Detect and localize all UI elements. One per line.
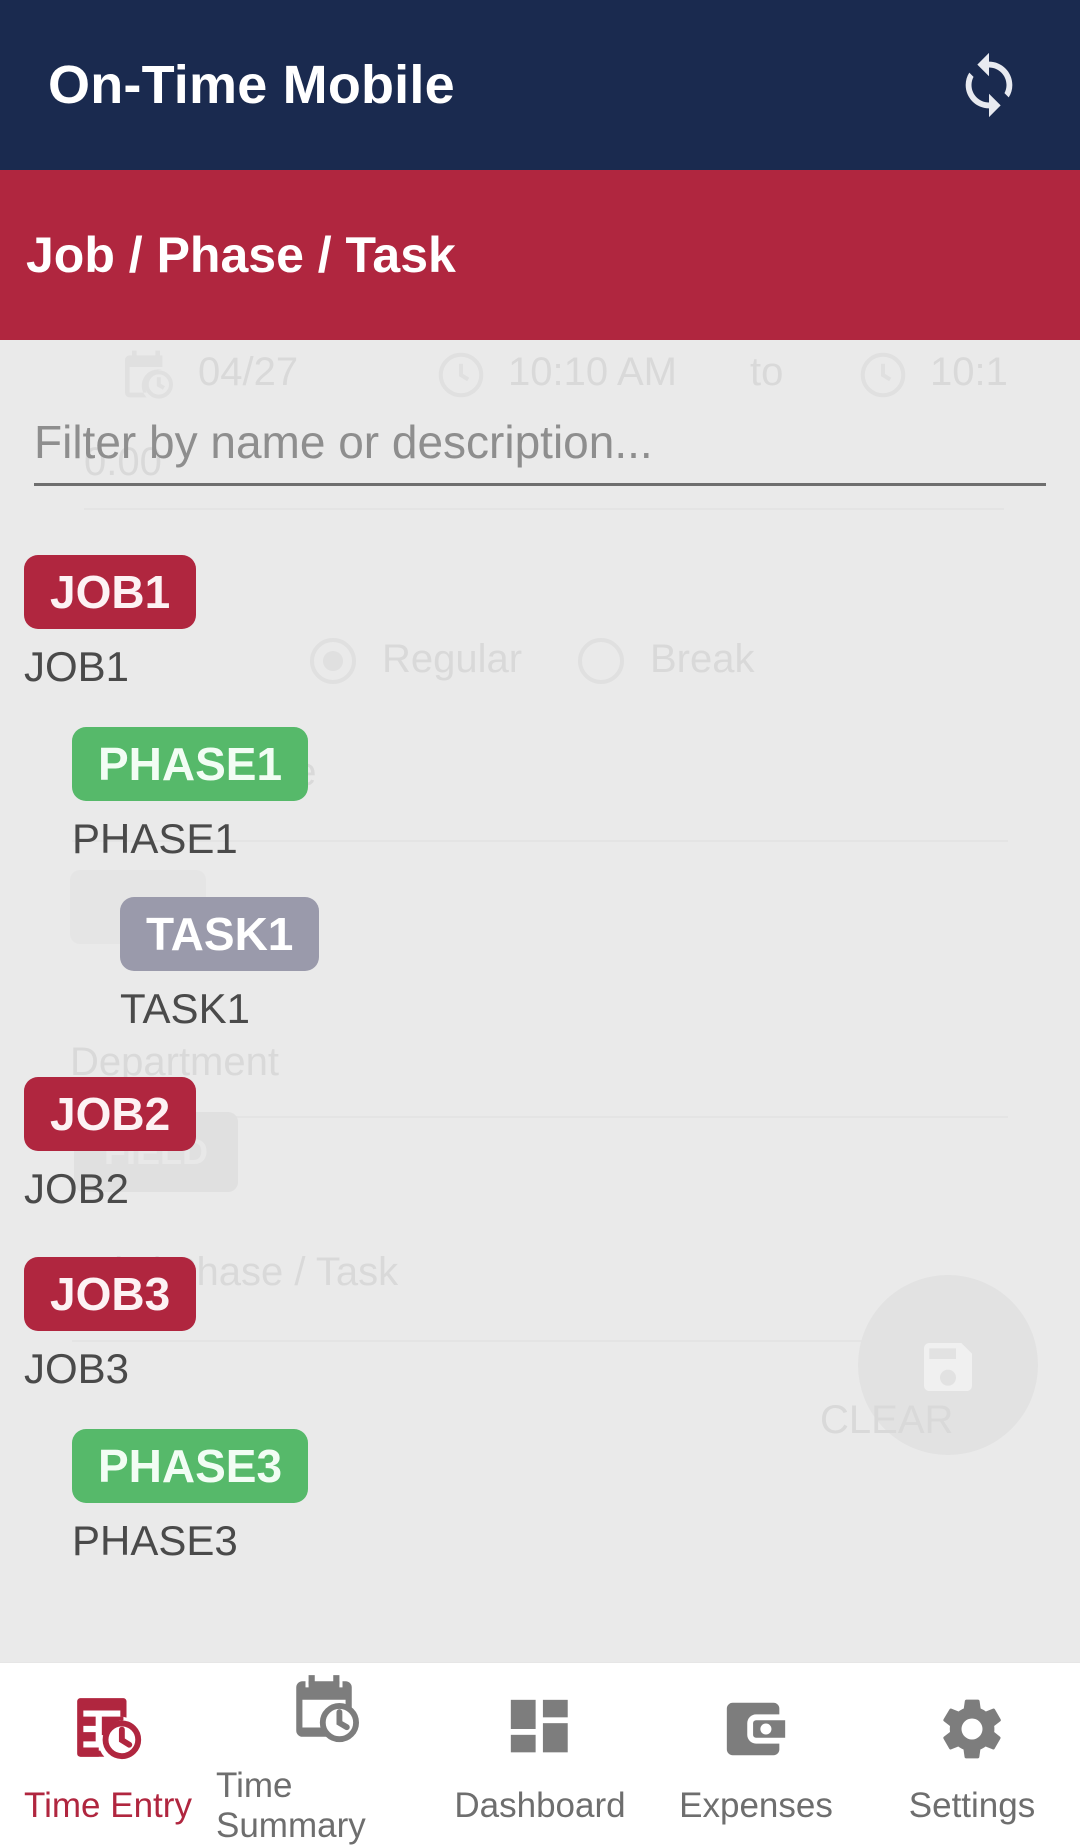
- list-item[interactable]: TASK1 TASK1: [0, 897, 1080, 1033]
- list-item-label: PHASE1: [72, 815, 238, 862]
- ghost-time-to-text: to: [750, 350, 784, 394]
- filter-field-wrapper: [34, 415, 1046, 486]
- app-bar: On-Time Mobile: [0, 0, 1080, 170]
- list-item-label: TASK1: [120, 985, 250, 1032]
- list-item[interactable]: JOB1 JOB1: [0, 555, 1080, 691]
- phase-chip[interactable]: PHASE1: [72, 727, 309, 801]
- dashboard-icon: [505, 1686, 575, 1772]
- sync-button[interactable]: [946, 42, 1032, 128]
- list-item-label: PHASE3: [72, 1517, 238, 1564]
- ghost-divider-1: [84, 508, 1004, 510]
- job-chip[interactable]: JOB3: [24, 1257, 197, 1331]
- nav-label-time-summary: Time Summary: [216, 1765, 366, 1845]
- search-input[interactable]: [34, 415, 1046, 483]
- settings-icon: [936, 1686, 1008, 1772]
- subheader-bar: Job / Phase / Task: [0, 170, 1080, 340]
- list-item[interactable]: JOB3 JOB3: [0, 1257, 1080, 1393]
- list-item[interactable]: PHASE3 PHASE3: [0, 1429, 1080, 1565]
- sync-icon: [954, 50, 1024, 120]
- ghost-clock-icon-end: [856, 348, 910, 407]
- task-chip[interactable]: TASK1: [120, 897, 320, 971]
- ghost-clock-icon-start: [434, 348, 488, 407]
- list-item-label: JOB2: [24, 1165, 130, 1212]
- job-chip[interactable]: JOB1: [24, 555, 197, 629]
- nav-item-settings[interactable]: Settings: [864, 1663, 1080, 1848]
- time-summary-icon: [287, 1666, 361, 1752]
- app-root: On-Time Mobile Job / Phase / Task 04/27: [0, 0, 1080, 1848]
- filter-underline: [34, 483, 1046, 486]
- page-title: On-Time Mobile: [48, 55, 455, 115]
- nav-label-time-entry: Time Entry: [24, 1785, 192, 1825]
- nav-label-expenses: Expenses: [679, 1785, 833, 1825]
- list-item[interactable]: JOB2 JOB2: [0, 1077, 1080, 1213]
- phase-chip[interactable]: PHASE3: [72, 1429, 309, 1503]
- ghost-time-end-text: 10:1: [930, 350, 1008, 394]
- ghost-calendar-clock-icon: [118, 346, 174, 407]
- bottom-navigation: Time Entry Time Summary Dashboard Expens…: [0, 1662, 1080, 1848]
- time-entry-icon: [71, 1686, 145, 1772]
- ghost-date-text: 04/27: [198, 350, 299, 394]
- list-item-label: JOB1: [24, 643, 130, 690]
- list-item-label: JOB3: [24, 1345, 130, 1392]
- nav-item-time-summary[interactable]: Time Summary: [216, 1663, 432, 1848]
- nav-label-dashboard: Dashboard: [454, 1785, 626, 1825]
- breadcrumb: Job / Phase / Task: [26, 227, 456, 283]
- nav-item-time-entry[interactable]: Time Entry: [0, 1663, 216, 1848]
- expenses-icon: [721, 1686, 791, 1772]
- nav-item-expenses[interactable]: Expenses: [648, 1663, 864, 1848]
- nav-item-dashboard[interactable]: Dashboard: [432, 1663, 648, 1848]
- job-chip[interactable]: JOB2: [24, 1077, 197, 1151]
- job-phase-task-list[interactable]: JOB1 JOB1 PHASE1 PHASE1 TASK1 TASK1 JOB2…: [0, 555, 1080, 1662]
- list-item[interactable]: PHASE1 PHASE1: [0, 727, 1080, 863]
- nav-label-settings: Settings: [908, 1785, 1036, 1825]
- ghost-time-start-text: 10:10 AM: [508, 350, 678, 394]
